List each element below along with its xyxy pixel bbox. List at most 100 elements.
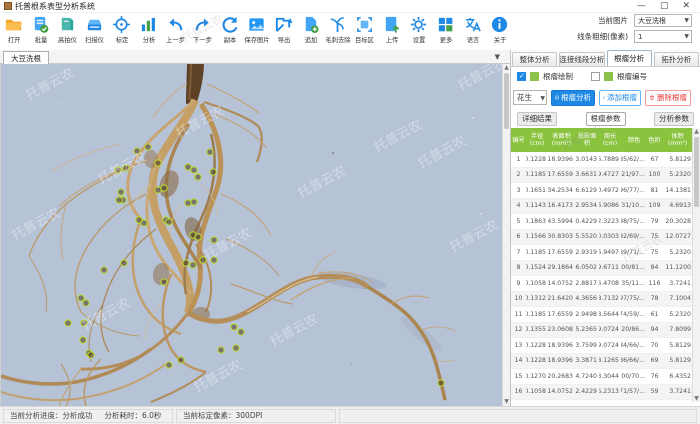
language-button[interactable]: 语言 bbox=[459, 13, 486, 50]
redo-button[interactable]: 下一步 bbox=[189, 13, 216, 50]
nodule-marker[interactable] bbox=[101, 267, 107, 273]
tab-nodule-analysis[interactable]: 根瘤分析 bbox=[607, 50, 652, 66]
table-row[interactable]: 70.118517.65592.93196.949789/71/...755.2… bbox=[511, 245, 693, 261]
nodule-marker[interactable] bbox=[116, 197, 122, 203]
nodule-marker[interactable] bbox=[195, 234, 201, 240]
target-area-button[interactable]: 目标区 bbox=[351, 13, 378, 50]
nodule-marker[interactable] bbox=[195, 174, 201, 180]
nodule-marker[interactable] bbox=[83, 300, 89, 306]
nodule-marker[interactable] bbox=[233, 345, 239, 351]
table-row[interactable]: 110.118517.65592.94988.564474/59/...615.… bbox=[511, 307, 693, 323]
nodule-marker[interactable] bbox=[185, 164, 191, 170]
minimize-button[interactable]: — bbox=[637, 1, 646, 11]
analyze-button[interactable]: 分析 bbox=[135, 13, 162, 50]
nodule-marker[interactable] bbox=[141, 220, 147, 226]
nodule-marker[interactable] bbox=[438, 380, 444, 386]
scanner-button[interactable]: 扫描仪 bbox=[81, 13, 108, 50]
nodule-marker[interactable] bbox=[65, 320, 71, 326]
nodule-marker[interactable] bbox=[231, 324, 237, 330]
nodule-marker[interactable] bbox=[191, 199, 197, 205]
nodule-marker[interactable] bbox=[185, 200, 191, 206]
species-select[interactable]: 花生 ▼ bbox=[513, 90, 547, 105]
calibrate-button[interactable]: 标定 bbox=[108, 13, 135, 50]
close-button[interactable]: ✕ bbox=[682, 1, 690, 11]
table-row[interactable]: 120.135523.06085.23659.0724120/86...947.… bbox=[511, 323, 693, 339]
column-header: 色阶 bbox=[647, 128, 662, 152]
nodule-marker[interactable] bbox=[183, 260, 189, 266]
nodule-marker[interactable] bbox=[166, 362, 172, 368]
table-row[interactable]: 100.131221.64204.36568.713297/75/...787.… bbox=[511, 292, 693, 308]
image-vertical-scrollbar[interactable]: ▲ ▼ bbox=[502, 64, 510, 406]
table-row[interactable]: 90.105814.07522.88176.4708135/11...1163.… bbox=[511, 276, 693, 292]
nodule-marker[interactable] bbox=[210, 169, 216, 175]
settings-button[interactable]: 设置 bbox=[405, 13, 432, 50]
subtab-detailed-results[interactable]: 详细结果 bbox=[517, 112, 557, 126]
nodule-marker[interactable] bbox=[238, 329, 244, 335]
nodule-marker[interactable] bbox=[178, 357, 184, 363]
tab-topology-analysis[interactable]: 拓扑分析 bbox=[654, 52, 699, 66]
scroll-up-icon[interactable]: ▲ bbox=[503, 64, 510, 72]
nodule-marker[interactable] bbox=[161, 185, 167, 191]
nodule-marker[interactable] bbox=[191, 167, 197, 173]
scroll-down-icon[interactable]: ▼ bbox=[503, 398, 510, 406]
delete-nodule-button[interactable]: 删除根瘤 bbox=[645, 90, 691, 106]
nodule-marker[interactable] bbox=[218, 347, 224, 353]
table-row[interactable]: 130.122818.93963.75999.072484/66/...705.… bbox=[511, 338, 693, 354]
add-nodule-button[interactable]: 添加根瘤 bbox=[599, 90, 641, 106]
table-row[interactable]: 10.122818.93963.01436.788985/62/...675.8… bbox=[511, 152, 693, 168]
scrollbar-thumb[interactable] bbox=[694, 137, 699, 207]
open-button[interactable]: 打开 bbox=[0, 13, 27, 50]
nodule-marker[interactable] bbox=[155, 187, 161, 193]
table-cell: 3.6631 bbox=[575, 168, 599, 183]
table-row[interactable]: 40.114316.41732.95346.9086131/10...1094.… bbox=[511, 199, 693, 215]
about-button[interactable]: 关于 bbox=[486, 13, 513, 50]
export-button[interactable]: 导出 bbox=[270, 13, 297, 50]
tab-list-dropdown[interactable]: ▼ bbox=[495, 53, 500, 61]
nodule-marker[interactable] bbox=[80, 337, 86, 343]
root-image-canvas[interactable]: 托普云农托普云农托普云农托普云农托普云农托普云农托普云农托普云农托普云农托普云农… bbox=[0, 64, 510, 406]
nodule-marker[interactable] bbox=[190, 262, 196, 268]
deburr-button[interactable]: 毛刺去除 bbox=[324, 13, 351, 50]
nodule-marker[interactable] bbox=[207, 149, 213, 155]
current-image-select[interactable]: 大豆洗根 ▼ bbox=[634, 14, 692, 27]
nodule-marker[interactable] bbox=[88, 352, 94, 358]
line-width-select[interactable]: 1 ▼ bbox=[634, 30, 692, 43]
tab-overall-analysis[interactable]: 整体分析 bbox=[512, 52, 557, 66]
table-row[interactable]: 30.165134.25346.612910.497296/77/...8114… bbox=[511, 183, 693, 199]
upload-button[interactable]: 上传 bbox=[378, 13, 405, 50]
nodule-analyze-button[interactable]: 根瘤分析 bbox=[551, 90, 595, 106]
table-cell: 1 bbox=[511, 152, 526, 167]
table-row[interactable]: 80.152429.18646.05029.6711100/81...8411.… bbox=[511, 261, 693, 277]
undo-button[interactable]: 上一步 bbox=[162, 13, 189, 50]
image-tab[interactable]: 大豆洗根 bbox=[3, 51, 49, 64]
append-button[interactable]: 追加 bbox=[297, 13, 324, 50]
nodule-marker[interactable] bbox=[145, 144, 151, 150]
nodule-marker[interactable] bbox=[161, 279, 167, 285]
table-row[interactable]: 150.127020.26834.72408.3044100/70...766.… bbox=[511, 369, 693, 385]
copy-button[interactable]: 副本 bbox=[216, 13, 243, 50]
nodule-marker[interactable] bbox=[118, 189, 124, 195]
table-row[interactable]: 160.105814.07522.42296.231371/57/...593.… bbox=[511, 385, 693, 401]
scroll-down-icon[interactable]: ▼ bbox=[693, 395, 700, 402]
nodule-marker[interactable] bbox=[78, 295, 84, 301]
scrollbar-thumb[interactable] bbox=[504, 73, 509, 129]
nodule-number-checkbox[interactable] bbox=[591, 72, 600, 81]
doc-camera-button[interactable]: 高拍仪 bbox=[54, 13, 81, 50]
nodule-marker[interactable] bbox=[166, 219, 172, 225]
table-row[interactable]: 60.156630.83035.552010.030392/69/...7512… bbox=[511, 230, 693, 246]
table-vertical-scrollbar[interactable]: ▲ ▼ bbox=[692, 128, 700, 402]
subtab-nodule-params[interactable]: 根瘤参数 bbox=[586, 112, 626, 126]
table-row[interactable]: 20.118517.65593.66319.4727121/97...1005.… bbox=[511, 168, 693, 184]
table-row[interactable]: 50.186343.599410.422912.322398/75/...792… bbox=[511, 214, 693, 230]
save-image-button[interactable]: 保存图片 bbox=[243, 13, 270, 50]
batch-button[interactable]: 批量 bbox=[27, 13, 54, 50]
nodule-marker[interactable] bbox=[155, 160, 161, 166]
tab-segment-analysis[interactable]: 连接线段分析 bbox=[559, 52, 604, 66]
nodule-marker[interactable] bbox=[121, 260, 127, 266]
maximize-button[interactable]: ▢ bbox=[660, 1, 669, 11]
more-button[interactable]: 更多 bbox=[432, 13, 459, 50]
table-row[interactable]: 140.122818.93963.38718.126586/66/...695.… bbox=[511, 354, 693, 370]
scroll-up-icon[interactable]: ▲ bbox=[693, 128, 700, 135]
subtab-analysis-params[interactable]: 分析参数 bbox=[654, 112, 694, 126]
nodule-draw-checkbox[interactable] bbox=[517, 72, 526, 81]
